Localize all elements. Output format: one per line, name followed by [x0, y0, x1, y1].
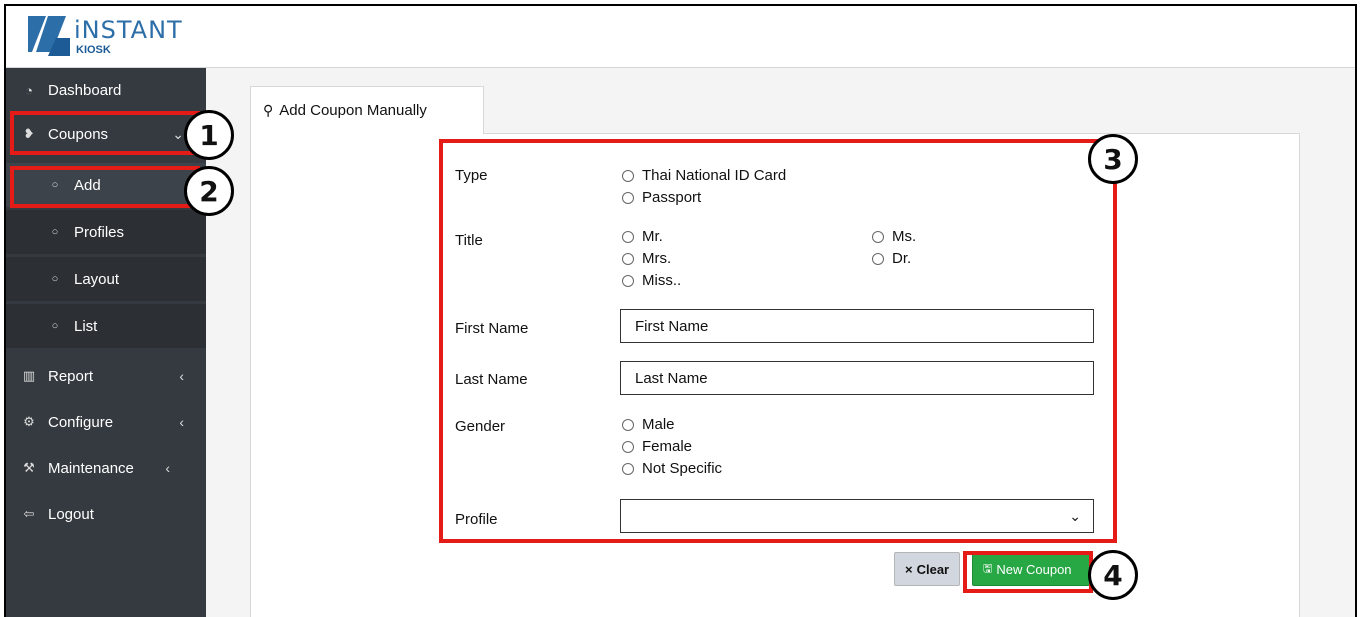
title-radio-ms[interactable]: Ms. [872, 228, 916, 245]
gender-radio-male[interactable]: Male [622, 416, 675, 433]
gender-label: Gender [455, 418, 506, 435]
clear-button[interactable]: × Clear [894, 552, 961, 586]
title-radio-miss[interactable]: Miss.. [622, 272, 681, 289]
chevron-left-icon: ‹ [179, 414, 184, 430]
sidebar-item-profiles[interactable]: ○ Profiles [6, 210, 206, 254]
gender-radio-female[interactable]: Female [622, 438, 692, 455]
chevron-down-icon: ⌄ [172, 125, 184, 142]
sidebar-item-report[interactable]: ▥ Report ‹ [6, 354, 206, 398]
title-label: Title [455, 232, 483, 249]
gauge-icon: ◔ [25, 82, 33, 98]
tags-icon: ❥ [23, 126, 35, 141]
callout-4: 4 [1088, 550, 1138, 600]
brand-logo[interactable]: iNSTANT KIOSK [26, 14, 182, 60]
title-radio-mr[interactable]: Mr. [622, 228, 663, 245]
top-bar: iNSTANT KIOSK [6, 6, 1355, 68]
circle-icon: ○ [51, 273, 59, 285]
search-icon: ⚲ [263, 102, 274, 118]
callout-3: 3 [1088, 134, 1138, 184]
gear-icon: ⚙ [23, 414, 35, 429]
sidebar-item-label: Report [48, 367, 94, 385]
save-icon: 🖫 [983, 562, 993, 575]
circle-icon: ○ [51, 320, 59, 332]
sidebar-item-configure[interactable]: ⚙ Configure ‹ [6, 400, 206, 444]
first-name-label: First Name [455, 320, 529, 337]
sidebar: ◔ Dashboard ❥ Coupons ⌄ ○ Add ○ Profiles… [6, 68, 206, 617]
sidebar-item-list[interactable]: ○ List [6, 304, 206, 348]
app-frame: iNSTANT KIOSK ◔ Dashboard ❥ Coupons ⌄ ○ … [4, 4, 1357, 617]
wrench-icon: ⚒ [23, 460, 35, 475]
close-icon: × [905, 561, 913, 577]
sidebar-item-layout[interactable]: ○ Layout [6, 257, 206, 301]
profile-select[interactable]: ⌄ [620, 499, 1094, 533]
logo-mark-icon [28, 16, 70, 56]
profile-label: Profile [455, 511, 498, 528]
chevron-down-icon: ⌄ [1069, 508, 1081, 524]
sidebar-item-maintenance[interactable]: ⚒ Maintenance ‹ [6, 446, 206, 490]
sidebar-item-label: Maintenance [48, 459, 134, 477]
sidebar-item-label: Logout [48, 505, 94, 523]
first-name-input[interactable]: First Name [620, 309, 1094, 343]
tab-add-coupon-manually[interactable]: ⚲ Add Coupon Manually [250, 86, 484, 134]
sidebar-item-label: Coupons [48, 125, 109, 143]
sidebar-item-label: Configure [48, 413, 114, 431]
logout-icon: ⇦ [23, 506, 35, 521]
sidebar-item-label: List [74, 317, 98, 335]
sidebar-item-label: Profiles [74, 223, 125, 241]
last-name-input[interactable]: Last Name [620, 361, 1094, 395]
callout-2: 2 [184, 166, 234, 216]
sidebar-item-coupons[interactable]: ❥ Coupons ⌄ [6, 112, 206, 156]
last-name-label: Last Name [455, 371, 528, 388]
sidebar-item-label: Dashboard [48, 81, 122, 99]
brand-name: iNSTANT [74, 16, 183, 44]
sidebar-item-add[interactable]: ○ Add [6, 163, 206, 207]
type-radio-thai-id[interactable]: Thai National ID Card [622, 167, 786, 184]
chevron-left-icon: ‹ [179, 368, 184, 384]
chevron-left-icon: ‹ [165, 460, 170, 476]
callout-1: 1 [184, 110, 234, 160]
sidebar-item-logout[interactable]: ⇦ Logout [6, 492, 206, 536]
new-coupon-button[interactable]: 🖫 New Coupon [972, 552, 1090, 586]
title-radio-mrs[interactable]: Mrs. [622, 250, 671, 267]
type-label: Type [455, 167, 488, 184]
circle-icon: ○ [51, 179, 59, 191]
gender-radio-not-specific[interactable]: Not Specific [622, 460, 722, 477]
sidebar-item-label: Add [74, 176, 101, 194]
circle-icon: ○ [51, 226, 59, 238]
type-radio-passport[interactable]: Passport [622, 189, 701, 206]
bar-chart-icon: ▥ [22, 368, 36, 383]
brand-sub: KIOSK [76, 44, 111, 56]
sidebar-item-dashboard[interactable]: ◔ Dashboard [6, 68, 206, 112]
tab-label: Add Coupon Manually [279, 102, 427, 119]
sidebar-item-label: Layout [74, 270, 120, 288]
title-radio-dr[interactable]: Dr. [872, 250, 911, 267]
